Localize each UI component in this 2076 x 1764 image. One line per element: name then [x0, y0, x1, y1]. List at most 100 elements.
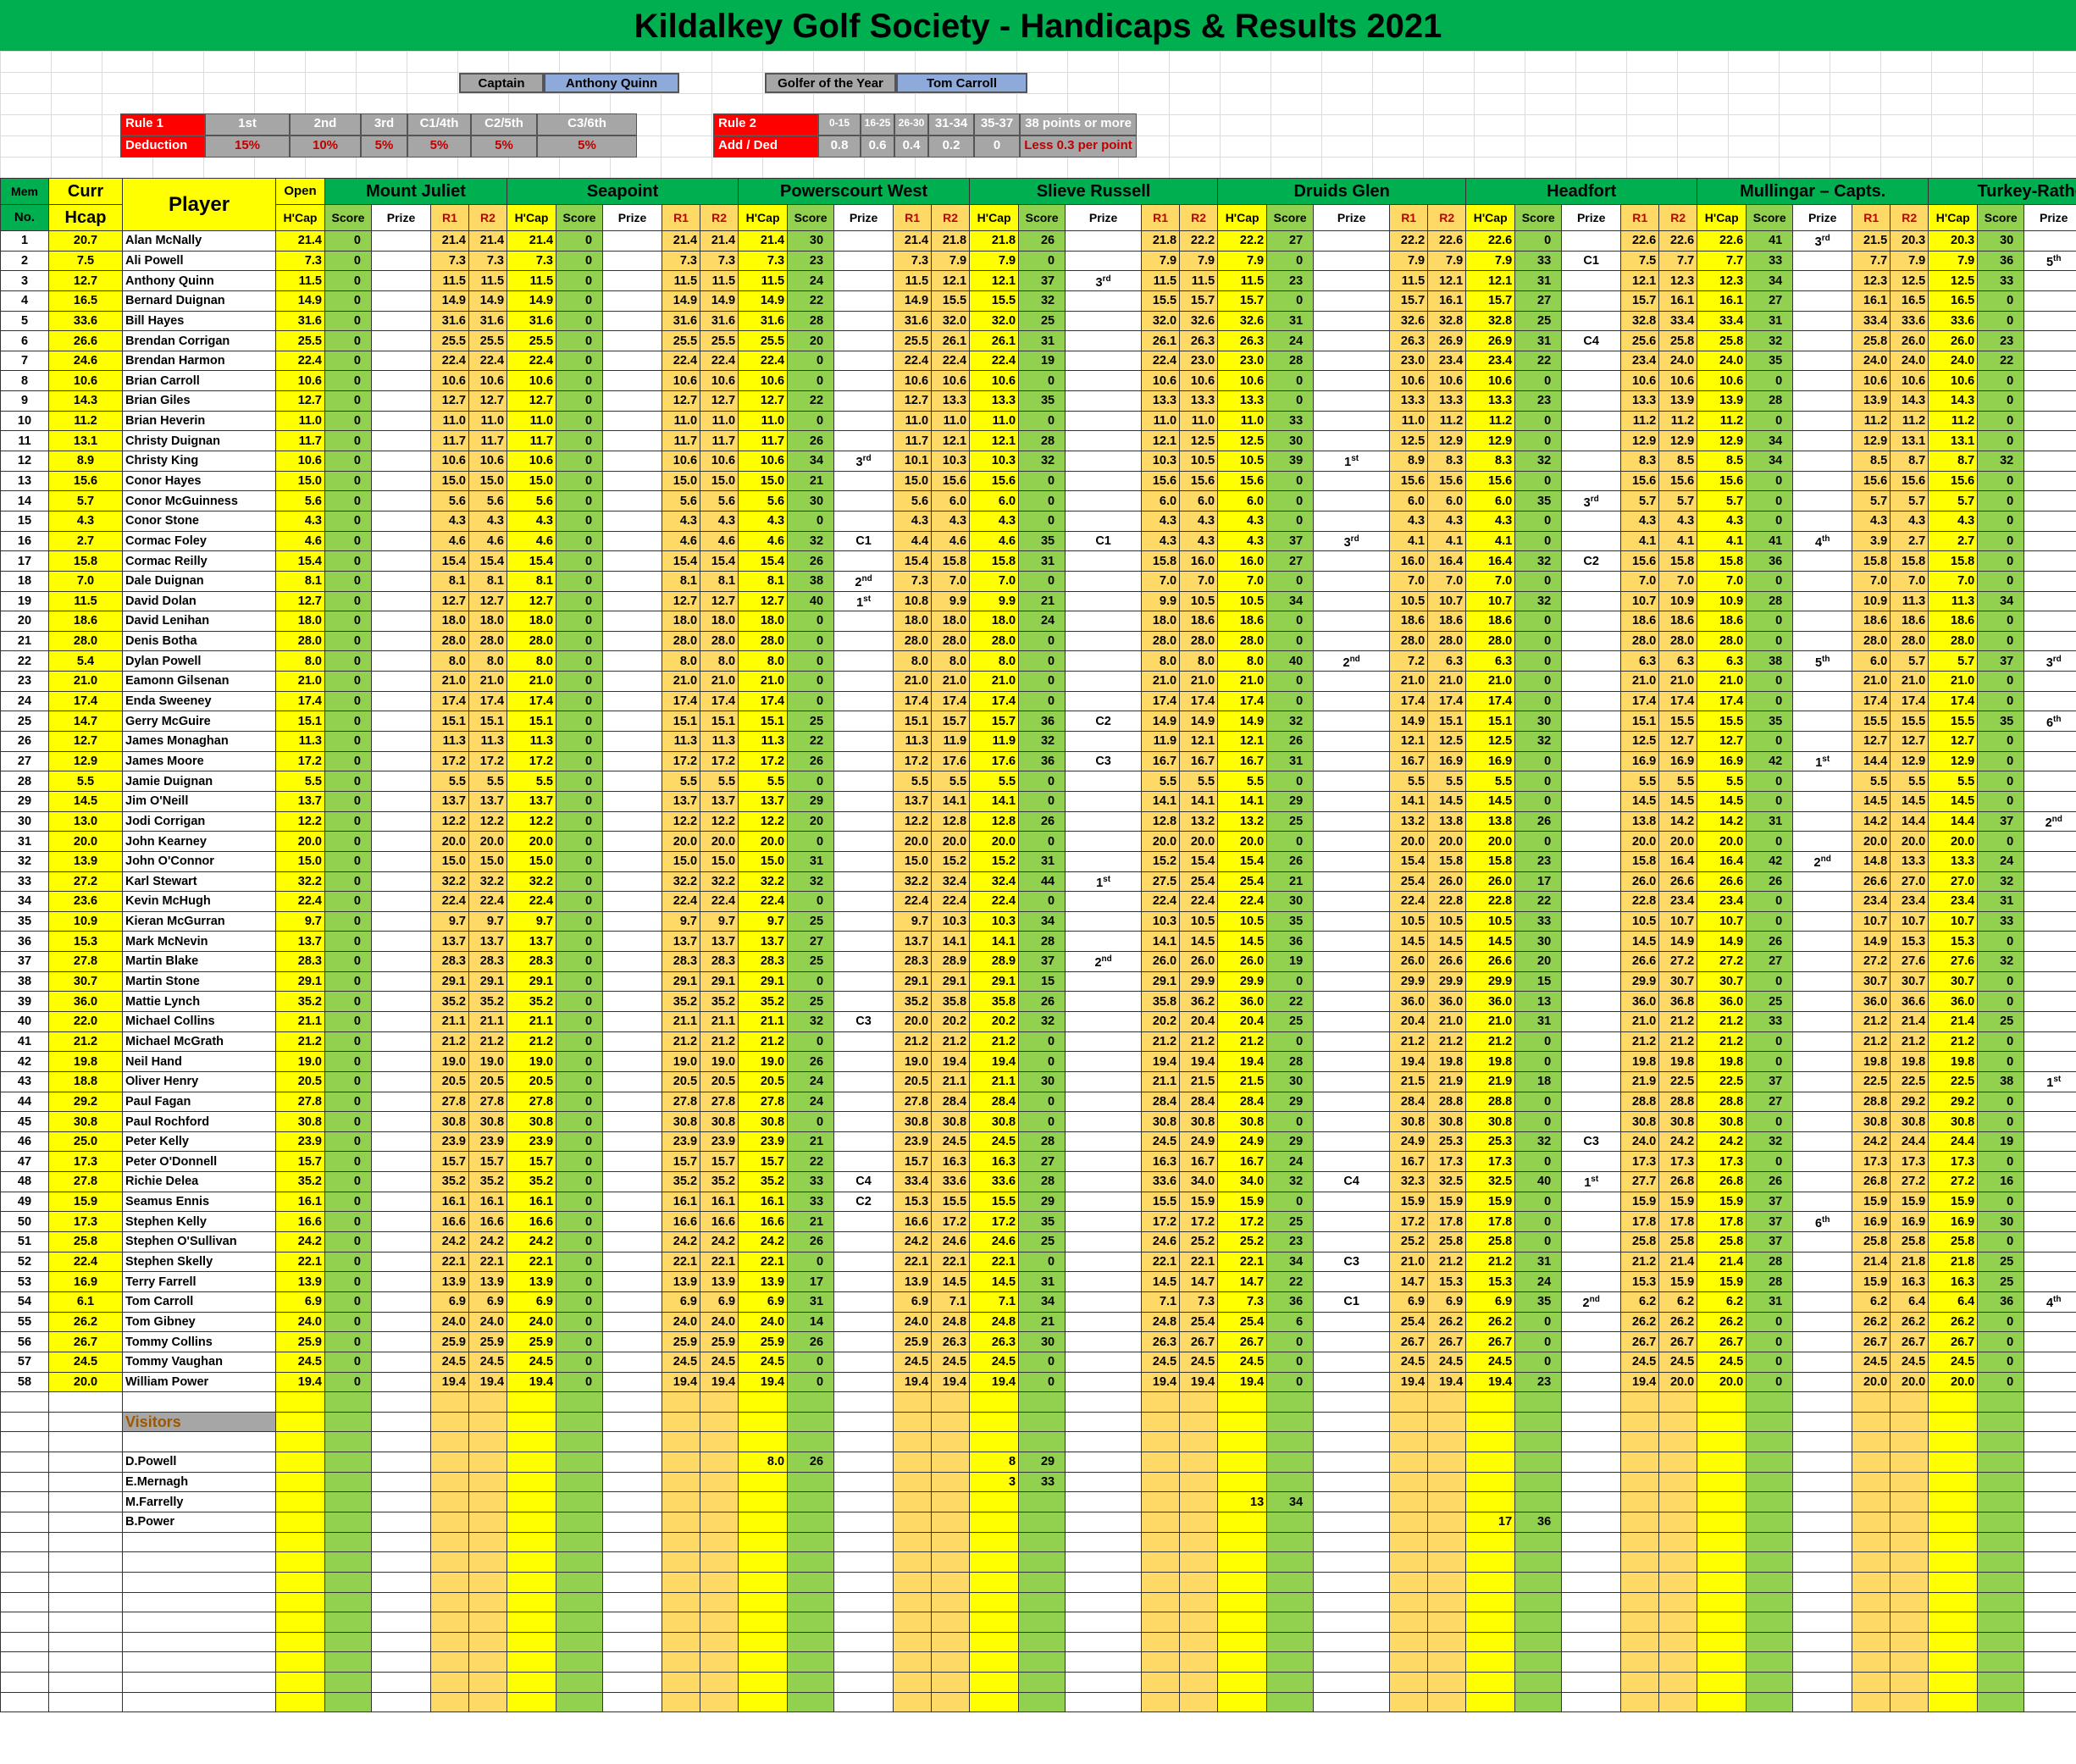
prize-cell: [1561, 470, 1622, 492]
hcap-cell: 16.6: [507, 1211, 557, 1233]
hcap-cell: 18.0: [275, 611, 325, 632]
hcap-cell: 30.8: [507, 1111, 557, 1132]
golfer-value: Tom Carroll: [896, 73, 1027, 93]
hcap-cell: 15.7: [507, 1151, 557, 1173]
r1-cell: 20.5: [893, 1070, 933, 1092]
r2-cell: 25.8: [1658, 1231, 1698, 1252]
r2-cell: 4.6: [468, 530, 508, 552]
prize-cell: [1792, 810, 1853, 832]
score-cell: 33: [787, 1171, 835, 1192]
prize-cell: [833, 1431, 894, 1453]
r2-cell: 5.5: [1427, 771, 1467, 792]
prize-cell: [1065, 1091, 1143, 1113]
r1-cell: 20.2: [1141, 1010, 1181, 1032]
table-row: 39 36.0 Mattie Lynch 35.2 0 35.2 35.2 35.2 0 35.2…: [0, 991, 2076, 1012]
score-cell: 29: [787, 790, 835, 812]
hcap-cell: 10.6: [1217, 370, 1268, 392]
r2-cell: 21.2: [1427, 1031, 1467, 1053]
prize-cell: [833, 650, 894, 672]
prize-cell: [371, 1251, 431, 1273]
table-row: 46 25.0 Peter Kelly 23.9 0 23.9 23.9 23.9 0 23.9 2…: [0, 1131, 2076, 1153]
blank-cell: [0, 1591, 49, 1613]
score-cell: 0: [556, 810, 604, 832]
score-cell: 0: [324, 970, 372, 993]
prize-cell: [1313, 330, 1391, 351]
score-cell: 30: [1977, 230, 2025, 252]
r2-cell: 14.3: [1890, 390, 1929, 412]
mem-no: 45: [0, 1111, 49, 1132]
prize-cell: [1313, 1191, 1391, 1213]
r2-cell: [1890, 1391, 1929, 1413]
r1-cell: 17.8: [1620, 1211, 1660, 1233]
score-cell: [1977, 1531, 2025, 1553]
prize-cell: [1561, 1531, 1622, 1553]
hcap-cell: 30.8: [738, 1111, 789, 1132]
prize-cell: [1065, 1431, 1143, 1453]
score-cell: [324, 1452, 372, 1473]
r1-cell: [893, 1631, 933, 1653]
mem-no: 5: [0, 310, 49, 332]
hcap-cell: [1217, 1411, 1268, 1433]
r1-cell: 26.6: [1620, 951, 1660, 972]
hcap-cell: 15.5: [1697, 711, 1747, 733]
score-cell: [1018, 1591, 1066, 1613]
r1-cell: 28.0: [1852, 630, 1891, 652]
r2-cell: 22.4: [468, 891, 508, 912]
r2-cell: 10.9: [1658, 590, 1698, 612]
curr-hcap: 8.9: [48, 451, 123, 472]
prize-cell: [2023, 1211, 2076, 1233]
score-cell: 0: [556, 270, 604, 291]
r1-cell: 24.2: [1852, 1131, 1891, 1153]
r2-cell: 11.0: [468, 410, 508, 432]
r1-cell: 32.3: [1389, 1171, 1429, 1192]
prize-cell: [1792, 290, 1853, 312]
r2-cell: [1427, 1571, 1467, 1593]
r1-cell: [1389, 1651, 1429, 1673]
score-cell: 30: [1266, 1070, 1315, 1092]
score-cell: 0: [1018, 1251, 1066, 1273]
rule2-cols-cell: 35-37: [974, 113, 1020, 135]
score-cell: 26: [787, 1231, 835, 1252]
prize-cell: [371, 1211, 431, 1233]
hcap-cell: 15.9: [1465, 1191, 1516, 1213]
score-cell: [324, 1591, 372, 1613]
score-cell: [1514, 1631, 1563, 1653]
r2-cell: 8.3: [1427, 451, 1467, 472]
score-cell: 0: [324, 630, 372, 652]
score-cell: 35: [1266, 910, 1315, 932]
r2-cell: 22.4: [1179, 891, 1219, 912]
r2-cell: [1890, 1491, 1929, 1512]
r1-cell: [430, 1512, 469, 1533]
r1-cell: 12.1: [1141, 430, 1181, 452]
hcap-cell: 7.0: [1465, 570, 1516, 592]
score-cell: 0: [556, 831, 604, 852]
r2-cell: 6.3: [1427, 650, 1467, 672]
hcap-cell: [1697, 1571, 1747, 1593]
prize-cell: [1792, 1452, 1853, 1473]
table-row: 24 17.4 Enda Sweeney 17.4 0 17.4 17.4 17.4 0 17.4…: [0, 690, 2076, 712]
r1-cell: 4.3: [1141, 510, 1181, 532]
r1-cell: 4.3: [1620, 510, 1660, 532]
table-row: 54 6.1 Tom Carroll 6.9 0 6.9 6.9 6.9 0 6.9 6.9 6.9 3…: [0, 1291, 2076, 1313]
r2-cell: [1427, 1612, 1467, 1633]
r2-cell: [1427, 1471, 1467, 1493]
hcap-cell: 16.9: [1697, 750, 1747, 772]
r1-cell: 30.8: [893, 1111, 933, 1132]
r2-cell: 27.2: [1890, 1171, 1929, 1192]
prize-cell: [2023, 1331, 2076, 1352]
hcap-cell: 4.6: [738, 530, 789, 552]
hcap-cell: 14.1: [969, 931, 1020, 953]
r2-cell: [1890, 1631, 1929, 1653]
r1-cell: 25.2: [1389, 1231, 1429, 1252]
prize-cell: [602, 1331, 663, 1352]
r2-cell: 21.1: [700, 1010, 739, 1032]
r1-cell: [430, 1612, 469, 1633]
score-cell: 38: [1977, 1070, 2025, 1092]
r1-cell: 21.4: [1852, 1251, 1891, 1273]
r2-cell: 21.0: [468, 671, 508, 692]
hcap-cell: 16.7: [1217, 750, 1268, 772]
hcap-cell: 24.5: [1697, 1351, 1747, 1373]
hcap-cell: 12.1: [1465, 270, 1516, 291]
mem-no: 27: [0, 750, 49, 772]
curr-hcap: 7.5: [48, 250, 123, 272]
